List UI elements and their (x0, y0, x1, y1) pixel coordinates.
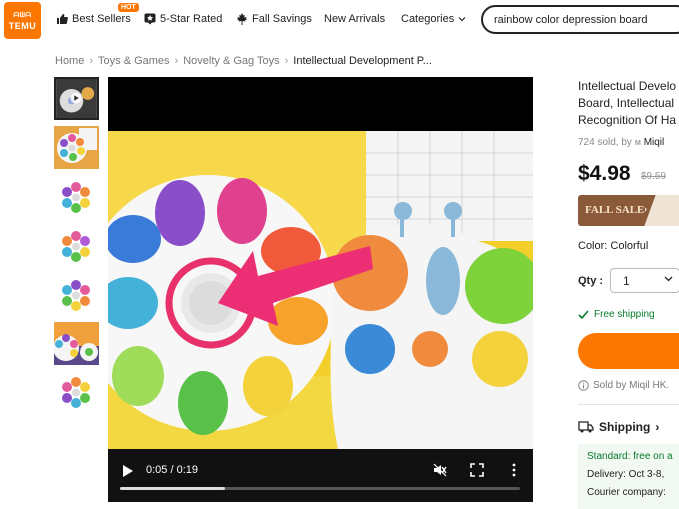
mute-icon[interactable] (433, 463, 447, 477)
chevron-down-icon (664, 276, 673, 282)
nav-new-arrivals[interactable]: New Arrivals (324, 13, 385, 25)
breadcrumb-separator: › (89, 55, 94, 67)
product-title-line: Intellectual Develo (578, 79, 677, 93)
chevron-down-icon (458, 17, 466, 22)
price: $4.98 (578, 162, 631, 185)
flower-board-image (54, 322, 99, 365)
shipping-label: Shipping (599, 420, 651, 434)
sold-text: 724 sold, by (578, 137, 632, 148)
star-badge-icon (144, 13, 156, 25)
video-progress-fill (120, 487, 226, 490)
seller-name[interactable]: Miqil (644, 137, 665, 148)
sold-by: Sold by Miqil HK. (578, 380, 669, 391)
thumbnail-2[interactable] (54, 126, 99, 169)
maple-leaf-icon (236, 13, 248, 25)
nav-fall-savings[interactable]: Fall Savings (236, 13, 312, 25)
breadcrumb: Home › Toys & Games › Novelty & Gag Toys… (55, 55, 432, 67)
chevron-right-icon: › (655, 420, 660, 434)
flower-board-image (54, 126, 99, 169)
quantity-select[interactable]: 1 (610, 268, 679, 293)
breadcrumb-current: Intellectual Development P... (293, 55, 432, 67)
seller-logo-icon: ᴍ (634, 137, 641, 147)
breadcrumb-separator: › (174, 55, 179, 67)
thumbnail-7[interactable] (54, 371, 99, 414)
video-timecode: 0:05 / 0:19 (146, 464, 198, 476)
original-price: $9.59 (641, 171, 667, 182)
free-shipping: Free shipping (578, 309, 655, 320)
check-icon (578, 310, 589, 320)
nav-best-sellers[interactable]: Best Sellers (56, 13, 131, 25)
breadcrumb-separator: › (284, 55, 289, 67)
nav-categories[interactable]: Categories (401, 13, 466, 25)
search-input[interactable]: rainbow color depression board (481, 5, 679, 34)
thumbnail-4[interactable] (54, 225, 99, 268)
temu-logo[interactable]: ᗩᗯᗩ TEMU (4, 2, 41, 39)
search-value: rainbow color depression board (494, 14, 648, 26)
logo-text: TEMU (8, 21, 37, 31)
thumbnail-video[interactable] (54, 77, 99, 120)
logo-mark: ᗩᗯᗩ (13, 12, 32, 19)
sold-count: 724 sold, by ᴍ Miqil (578, 137, 664, 148)
video-thumbnail-image (56, 79, 97, 118)
sold-by-label: Sold by Miqil HK. (593, 380, 670, 391)
shipping-header[interactable]: Shipping › (578, 420, 659, 434)
qty-label: Qty : (578, 275, 604, 287)
flower-board-image (54, 371, 99, 414)
top-nav: ᗩᗯᗩ TEMU Best Sellers HOT 5-Star Rated F… (0, 0, 679, 40)
color-selection: Color: Colorful (578, 240, 649, 252)
flower-board-image (54, 225, 99, 268)
hot-badge: HOT (118, 3, 139, 12)
sale-label: FALL SALE (585, 204, 645, 216)
sale-banner-decoration (644, 195, 679, 226)
play-icon[interactable] (122, 464, 134, 478)
shipping-standard: Standard: free on a (587, 451, 673, 462)
info-icon (578, 380, 589, 391)
video-frame (108, 131, 533, 449)
breadcrumb-home[interactable]: Home (55, 55, 84, 67)
breadcrumb-toys-games[interactable]: Toys & Games (98, 55, 170, 67)
breadcrumb-novelty[interactable]: Novelty & Gag Toys (183, 55, 279, 67)
nav-best-sellers-label: Best Sellers (72, 13, 131, 25)
video-progress-bar[interactable] (120, 487, 520, 490)
video-controls: 0:05 / 0:19 (108, 449, 533, 502)
shipping-courier: Courier company: (587, 487, 666, 498)
nav-new-arrivals-label: New Arrivals (324, 13, 386, 25)
more-options-icon[interactable] (507, 463, 521, 477)
product-title-line: Recognition Of Ha (578, 113, 677, 127)
nav-five-star[interactable]: 5-Star Rated (144, 13, 222, 25)
chevron-right-icon: › (644, 204, 648, 215)
thumbnail-5[interactable] (54, 274, 99, 317)
product-title-line: Board, Intellectual (578, 96, 675, 110)
flower-board-image (54, 274, 99, 317)
quantity-value: 1 (623, 274, 630, 288)
product-video-player[interactable]: 0:05 / 0:19 (108, 77, 533, 502)
shipping-delivery: Delivery: Oct 3-8, (587, 469, 665, 480)
nav-categories-label: Categories (401, 13, 455, 25)
fall-sale-banner[interactable]: FALL SALE › (578, 195, 679, 226)
add-to-cart-button[interactable] (578, 333, 679, 369)
product-title: Intellectual Develo Board, Intellectual … (578, 78, 679, 129)
truck-icon (578, 421, 594, 433)
nav-fall-savings-label: Fall Savings (252, 13, 312, 25)
nav-five-star-label: 5-Star Rated (160, 13, 223, 25)
thumbnail-6[interactable] (54, 322, 99, 365)
free-shipping-label: Free shipping (594, 309, 655, 320)
thumbnail-3[interactable] (54, 176, 99, 219)
divider (578, 404, 679, 405)
flower-board-image (54, 176, 99, 219)
fullscreen-icon[interactable] (470, 463, 484, 477)
thumbs-up-icon (57, 14, 68, 24)
